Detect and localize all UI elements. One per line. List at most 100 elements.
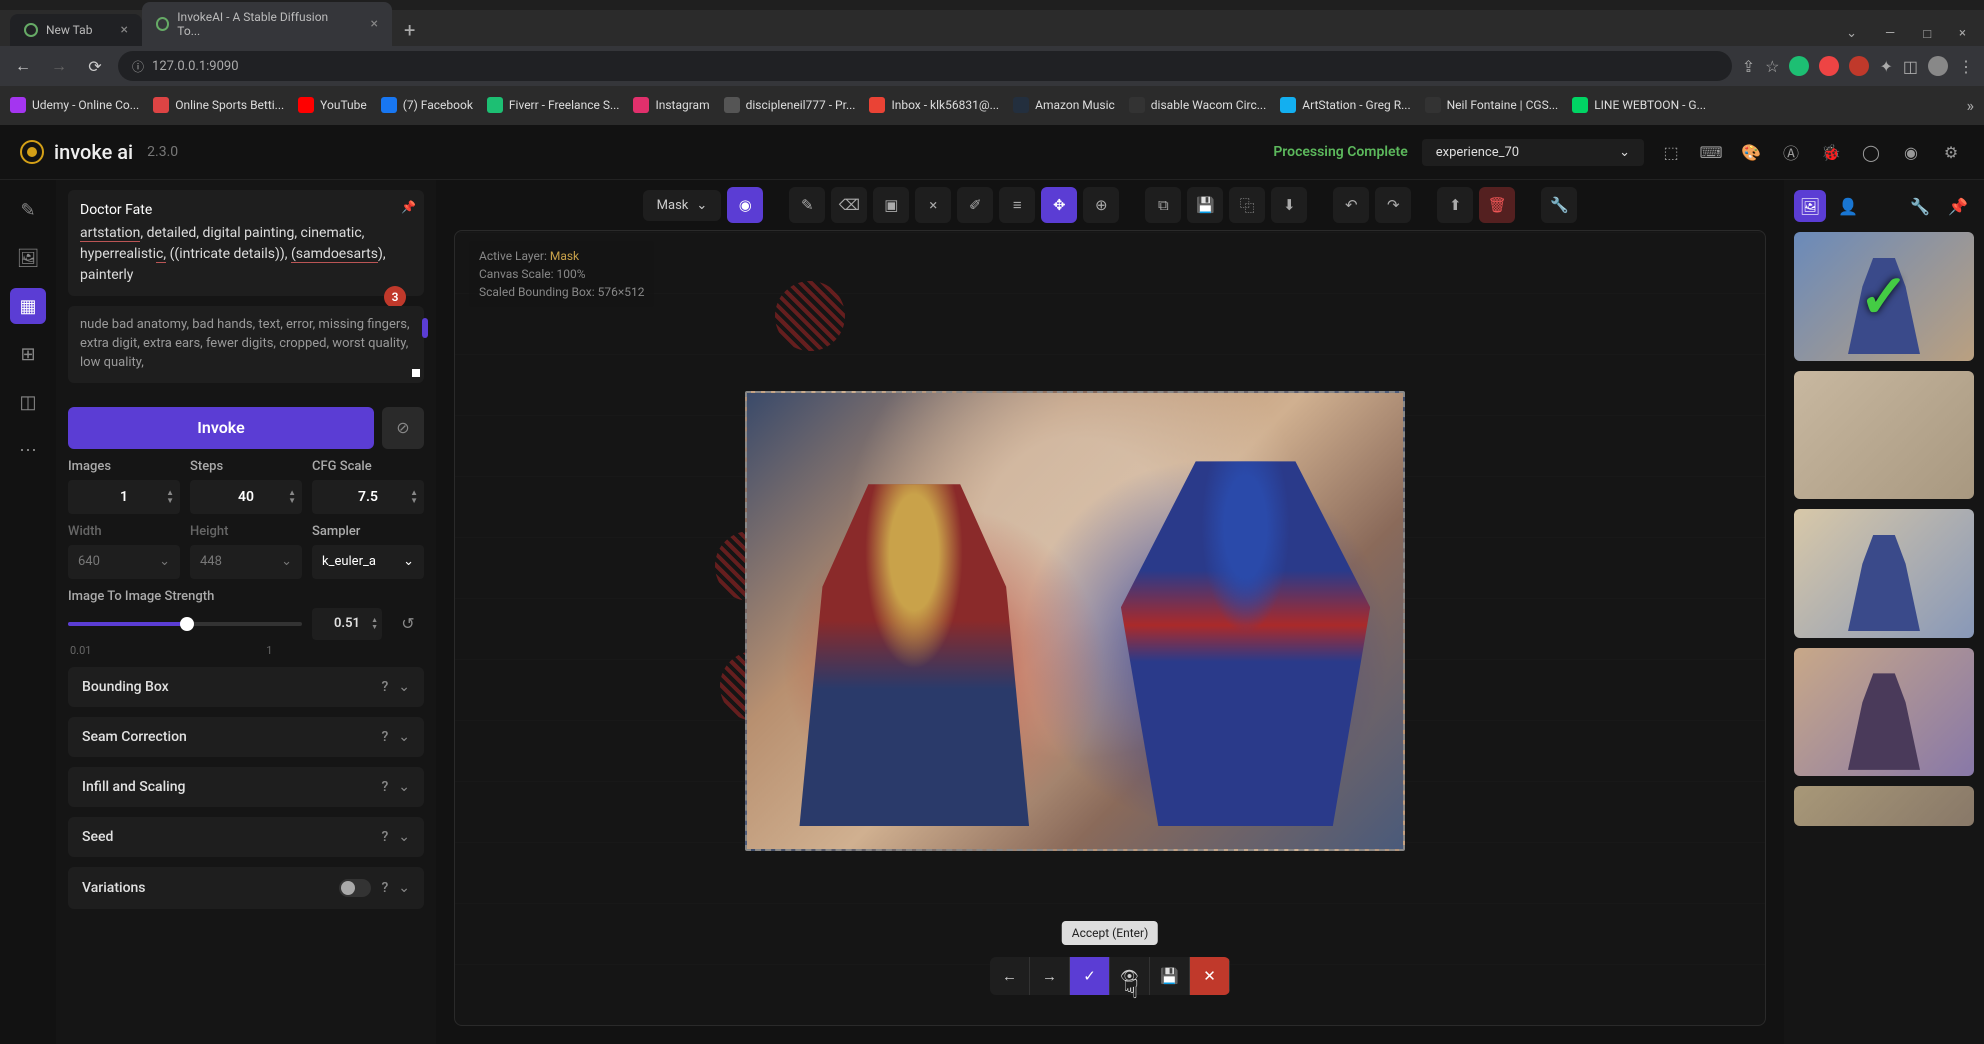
back-button[interactable]: ← [10,53,36,79]
slider-thumb[interactable] [180,617,194,631]
close-window-icon[interactable]: × [1949,22,1976,46]
gallery-thumbnail[interactable] [1794,786,1974,826]
cancel-button[interactable]: ⊘ [382,407,424,449]
new-tab-button[interactable]: + [392,14,427,46]
discord-icon[interactable]: ◉ [1898,139,1924,165]
stepper-icon[interactable]: ▲▼ [371,617,378,631]
bookmark-item[interactable]: (7) Facebook [381,97,473,113]
browser-tab[interactable]: InvokeAI - A Stable Diffusion To... × [142,2,392,46]
variations-toggle[interactable] [339,879,371,897]
clear-mask-button[interactable]: × [915,187,951,223]
close-icon[interactable]: × [120,22,127,38]
upload-button[interactable]: ⬆ [1437,187,1473,223]
extensions-icon[interactable]: ✦ [1879,57,1892,76]
bookmark-item[interactable]: Inbox - klk56831@... [869,97,999,113]
reload-button[interactable]: ⟳ [82,53,108,79]
avatar-icon[interactable] [1928,56,1948,76]
brush-tool-button[interactable]: ✎ [789,187,825,223]
fill-tool-button[interactable]: ▣ [873,187,909,223]
training-tab[interactable]: ⋯ [10,432,46,468]
layer-select[interactable]: Mask⌄ [643,190,722,221]
prev-staging-button[interactable]: ← [990,957,1030,995]
bookmark-item[interactable]: Fiverr - Freelance S... [487,97,620,113]
gallery-pin-icon[interactable]: 📌 [1942,190,1974,222]
extension-icon[interactable] [1819,56,1839,76]
eraser-tool-button[interactable]: ⌫ [831,187,867,223]
settings-gear-icon[interactable]: ⚙ [1938,139,1964,165]
minimize-icon[interactable]: — [1875,22,1905,46]
invoke-button[interactable]: Invoke [68,407,374,449]
bookmark-item[interactable]: YouTube [298,97,367,113]
reset-view-button[interactable]: ⊕ [1083,187,1119,223]
accept-staging-button[interactable]: ✓ [1070,957,1110,995]
bookmark-item[interactable]: Online Sports Betti... [153,97,284,113]
cube-icon[interactable]: ⬚ [1658,139,1684,165]
gallery-user-tab[interactable]: 👤 [1832,190,1864,222]
merge-button[interactable]: ⧉ [1145,187,1181,223]
help-icon[interactable]: ? [381,829,388,845]
github-icon[interactable]: ◯ [1858,139,1884,165]
redo-button[interactable]: ↷ [1375,187,1411,223]
images-input[interactable]: 1▲▼ [68,480,180,514]
bookmark-item[interactable]: ArtStation - Greg R... [1280,97,1410,113]
save-staging-button[interactable]: 💾 [1150,957,1190,995]
help-icon[interactable]: ? [381,679,388,695]
chevron-down-icon[interactable]: ⌄ [1836,22,1867,46]
scrollbar-thumb[interactable] [422,318,428,338]
download-button[interactable]: ⬇ [1271,187,1307,223]
star-icon[interactable]: ☆ [1765,57,1779,76]
model-selector[interactable]: experience_70 ⌄ [1422,139,1644,166]
gallery-thumbnail[interactable] [1794,371,1974,500]
extension-icon[interactable] [1849,56,1869,76]
copy-canvas-button[interactable]: ⿻ [1229,187,1265,223]
resize-handle-icon[interactable] [412,369,420,377]
save-canvas-button[interactable]: 💾 [1187,187,1223,223]
seed-accordion[interactable]: Seed?⌄ [68,817,424,857]
undo-button[interactable]: ↶ [1333,187,1369,223]
strength-value-input[interactable]: 0.51▲▼ [312,608,382,640]
positive-prompt-input[interactable]: 📌 Doctor Fate artstation, detailed, digi… [68,190,424,296]
sidepanel-icon[interactable]: ◫ [1903,57,1918,76]
info-icon[interactable]: ⓘ [132,58,144,75]
help-icon[interactable]: ? [381,779,388,795]
help-icon[interactable]: ? [381,729,388,745]
extension-icon[interactable] [1789,56,1809,76]
color-picker-button[interactable]: ✐ [957,187,993,223]
canvas-viewport[interactable]: Active Layer: Mask Canvas Scale: 100% Sc… [454,230,1766,1026]
nodes-tab[interactable]: ⊞ [10,336,46,372]
pin-icon[interactable]: 📌 [401,198,416,216]
stepper-icon[interactable]: ▲▼ [166,489,174,505]
close-icon[interactable]: × [370,16,377,32]
gallery-thumbnail[interactable] [1794,509,1974,638]
infill-scaling-accordion[interactable]: Infill and Scaling?⌄ [68,767,424,807]
gallery-thumbnail[interactable] [1794,232,1974,361]
gallery-results-tab[interactable]: 🖼 [1794,190,1826,222]
txt2img-tab[interactable]: ✎ [10,192,46,228]
gallery-thumbnail[interactable] [1794,648,1974,777]
bookmark-item[interactable]: Instagram [633,97,709,113]
postprocess-tab[interactable]: ◫ [10,384,46,420]
height-select[interactable]: 448⌄ [190,545,302,579]
share-icon[interactable]: ⇪ [1742,57,1755,76]
reset-strength-button[interactable]: ↺ [392,608,424,640]
variations-accordion[interactable]: Variations?⌄ [68,867,424,909]
bookmark-item[interactable]: Udemy - Online Co... [10,97,139,113]
next-staging-button[interactable]: → [1030,957,1070,995]
bug-icon[interactable]: 🐞 [1818,139,1844,165]
stepper-icon[interactable]: ▲▼ [410,489,418,505]
lines-icon[interactable]: ≡ [999,187,1035,223]
forward-button[interactable]: → [46,53,72,79]
canvas-settings-button[interactable]: 🔧 [1541,187,1577,223]
bookmark-item[interactable]: discipleneil777 - Pr... [724,97,856,113]
help-icon[interactable]: ? [381,880,388,896]
browser-tab[interactable]: New Tab × [10,14,142,46]
sampler-select[interactable]: k_euler_a⌄ [312,545,424,579]
width-select[interactable]: 640⌄ [68,545,180,579]
palette-icon[interactable]: 🎨 [1738,139,1764,165]
seam-correction-accordion[interactable]: Seam Correction?⌄ [68,717,424,757]
bookmark-item[interactable]: disable Wacom Circ... [1129,97,1266,113]
toggle-show-button[interactable]: 👁 [1110,957,1150,995]
language-icon[interactable]: Ⓐ [1778,139,1804,165]
keyboard-icon[interactable]: ⌨ [1698,139,1724,165]
bookmark-item[interactable]: Amazon Music [1013,97,1115,113]
